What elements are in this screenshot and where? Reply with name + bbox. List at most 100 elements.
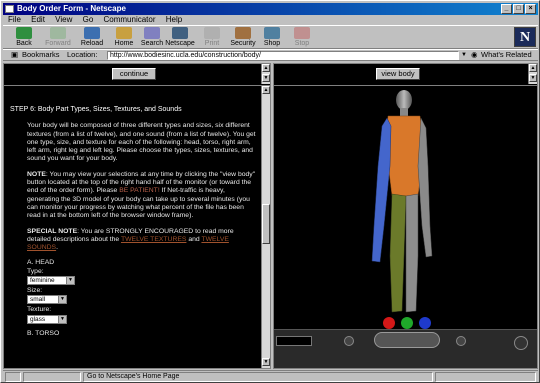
intro-paragraph: Your body will be composed of three diff… [27,122,256,163]
security-lock-icon [235,27,251,39]
title-bar: Body Order Form - Netscape _ □ × [3,3,538,15]
whats-related-button[interactable]: What's Related [481,50,532,60]
size-select-value: small [30,296,46,304]
shop-label: Shop [263,40,281,47]
scroll-up-icon[interactable]: ▲ [262,86,270,94]
url-input[interactable]: http://www.bodiesinc.ucla.edu/constructi… [107,51,459,60]
location-bar: ▣ Bookmarks Location: http://www.bodiesi… [3,49,538,61]
scroll-down-icon[interactable]: ▼ [529,74,537,82]
back-label: Back [16,40,32,47]
size-label: Size: [27,287,43,295]
continue-button[interactable]: continue [112,68,156,80]
head-section-title: A. HEAD [27,259,55,267]
menu-help[interactable]: Help [166,15,182,24]
texture-select[interactable]: glass ▼ [27,314,67,324]
netscape-throbber-logo[interactable]: N [514,27,536,47]
netscape-app-icon [5,5,14,13]
progress-display [276,336,312,346]
forward-button[interactable]: Forward [43,27,73,49]
frame-divider [4,85,270,86]
stop-icon [294,27,310,39]
menu-file[interactable]: File [8,15,21,24]
home-button[interactable]: Home [109,27,139,49]
order-form-frame: continue ▲ ▼ STEP 6: Body Part Types, Si… [3,63,271,369]
forward-arrow-icon [50,27,66,39]
netscape-icon [172,27,188,39]
blue-sphere [419,317,431,329]
menu-bar: File Edit View Go Communicator Help [3,15,538,25]
maximize-button[interactable]: □ [513,4,524,14]
status-text: Go to Netscape's Home Page [83,372,433,382]
print-icon [204,27,220,39]
home-label: Home [114,40,134,47]
menu-go[interactable]: Go [83,15,94,24]
body-3d-model[interactable] [274,86,538,330]
note-paragraph: NOTE: You may view your selections at an… [10,171,258,221]
location-label: Location: [67,50,98,59]
scroll-down-icon[interactable]: ▼ [262,358,270,366]
search-button[interactable]: Search [137,27,167,49]
shop-button[interactable]: Shop [257,27,287,49]
security-label: Security [230,40,256,47]
step-heading: STEP 6: Body Part Types, Sizes, Textures… [10,106,182,113]
scroll-thumb[interactable] [262,204,270,244]
model-left-arm [371,117,392,263]
model-right-leg [405,193,419,313]
twelve-textures-link[interactable]: TWELVE TEXTURES [121,236,186,243]
search-icon [144,27,160,39]
texture-label: Texture: [27,306,52,314]
browser-window: Body Order Form - Netscape _ □ × File Ed… [0,0,540,383]
top-mini-scrollbar[interactable]: ▲ ▼ [261,64,270,84]
model-left-leg [389,193,407,313]
menu-view[interactable]: View [55,15,72,24]
type-select[interactable]: feminine ▼ [27,276,75,286]
scroll-up-icon[interactable]: ▲ [262,64,270,72]
reload-icon [84,27,100,39]
be-patient-text: BE PATIENT! [119,187,160,195]
model-right-arm [417,117,433,258]
menu-communicator[interactable]: Communicator [104,15,156,24]
reload-button[interactable]: Reload [77,27,107,49]
head-section: A. HEAD Type: feminine ▼ Size: small ▼ Tex… [10,259,258,337]
bookmarks-button[interactable]: Bookmarks [22,50,60,60]
whats-related-icon: ◉ [471,50,478,59]
home-icon [116,27,132,39]
component-bar[interactable] [435,372,536,382]
body-viewer-frame: view body ▲ ▼ [273,63,538,369]
navigation-toolbar: Back Forward Reload Home Search Netscape… [3,25,538,49]
security-status-icon[interactable] [5,372,21,382]
view-body-button[interactable]: view body [376,68,420,80]
type-select-value: feminine [30,277,55,285]
viewpoint-next-icon[interactable] [456,336,466,346]
close-button[interactable]: × [525,4,536,14]
stop-label: Stop [294,40,310,47]
special-note-label: SPECIAL NOTE [27,227,78,235]
scroll-up-icon[interactable]: ▲ [529,64,537,72]
top-mini-scrollbar-right[interactable]: ▲ ▼ [528,64,537,84]
spiral-logo-icon [514,336,528,350]
form-content: STEP 6: Body Part Types, Sizes, Textures… [10,106,258,338]
navigation-dial[interactable] [374,332,440,348]
back-button[interactable]: Back [9,27,39,49]
minimize-button[interactable]: _ [501,4,512,14]
green-sphere [401,317,413,329]
print-button[interactable]: Print [197,27,227,49]
model-head [396,90,412,110]
viewpoint-prev-icon[interactable] [344,336,354,346]
chevron-down-icon: ▼ [58,315,66,323]
special-end: . [56,244,58,252]
scroll-down-icon[interactable]: ▼ [262,74,270,82]
size-select[interactable]: small ▼ [27,295,67,305]
chevron-down-icon: ▼ [58,296,66,304]
form-scrollbar[interactable]: ▲ ▼ [261,86,270,368]
red-sphere [383,317,395,329]
menu-edit[interactable]: Edit [31,15,45,24]
url-dropdown-icon[interactable]: ▼ [461,50,467,60]
special-and: and [186,235,202,243]
back-arrow-icon [16,27,32,39]
security-button[interactable]: Security [228,27,258,49]
netscape-button[interactable]: Netscape [165,27,195,49]
netscape-label: Netscape [165,40,195,47]
chevron-down-icon: ▼ [66,277,74,285]
stop-button[interactable]: Stop [287,27,317,49]
